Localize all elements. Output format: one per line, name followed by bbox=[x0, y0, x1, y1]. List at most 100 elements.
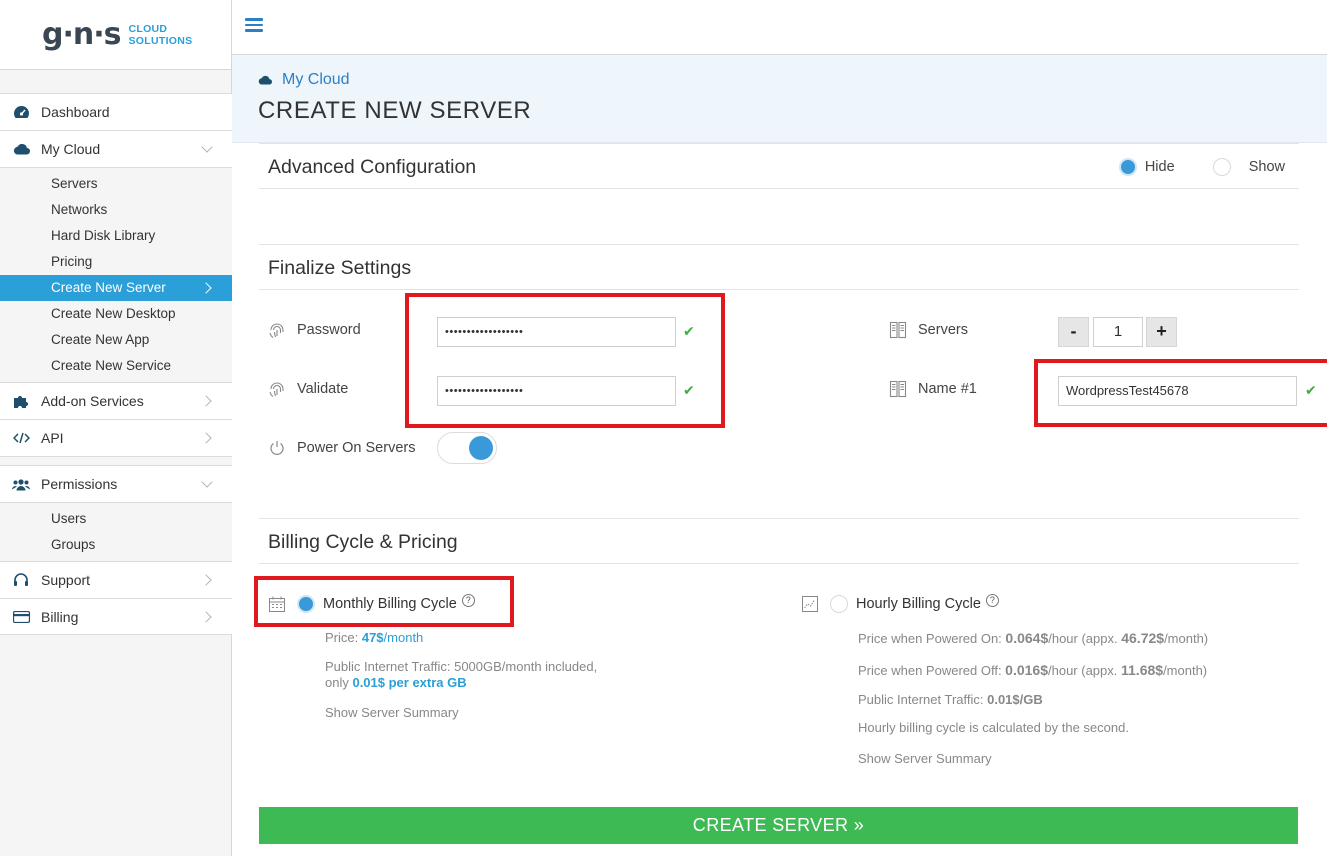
sidebar-item-label: Create New Server bbox=[51, 280, 166, 295]
hourly-note: Hourly billing cycle is calculated by th… bbox=[858, 720, 1129, 735]
hourly-show-summary-link[interactable]: Show Server Summary bbox=[858, 751, 992, 766]
hourly-billing-option[interactable]: Hourly Billing Cycle ? bbox=[801, 593, 999, 613]
validate-label: Validate bbox=[297, 381, 349, 397]
hourly-label: Hourly Billing Cycle bbox=[856, 596, 981, 612]
breadcrumb[interactable]: My Cloud bbox=[258, 71, 350, 89]
decrement-button[interactable]: - bbox=[1058, 317, 1089, 347]
billing-header: Billing Cycle & Pricing bbox=[259, 518, 1299, 564]
cloud-icon bbox=[258, 75, 272, 85]
sidebar-item-networks[interactable]: Networks bbox=[0, 197, 232, 223]
hide-radio[interactable] bbox=[1118, 158, 1137, 177]
servers-label: Servers bbox=[918, 322, 968, 338]
price-off-mid: /hour (appx. bbox=[1048, 663, 1121, 678]
hourly-radio[interactable] bbox=[830, 595, 848, 613]
finalize-settings-header: Finalize Settings bbox=[259, 244, 1299, 290]
chevron-right-icon bbox=[200, 574, 212, 586]
price-off-month: 11.68$ bbox=[1121, 662, 1164, 678]
headset-icon bbox=[12, 572, 30, 588]
top-bar bbox=[232, 0, 1327, 55]
page-title: CREATE NEW SERVER bbox=[258, 97, 532, 124]
price-on-prefix: Price when Powered On: bbox=[858, 631, 1006, 646]
help-icon[interactable]: ? bbox=[985, 593, 999, 607]
servers-count-input[interactable]: 1 bbox=[1093, 317, 1143, 347]
server-icon bbox=[889, 321, 907, 339]
brand-logo[interactable]: g·n·s CLOUD SOLUTIONS bbox=[0, 0, 231, 70]
hamburger-menu-icon[interactable] bbox=[245, 18, 263, 32]
page-header: My Cloud CREATE NEW SERVER bbox=[232, 55, 1327, 143]
price-on-value: 0.064$ bbox=[1005, 630, 1049, 646]
logo-text: CLOUD SOLUTIONS bbox=[128, 23, 192, 47]
sidebar-item-api[interactable]: API bbox=[0, 419, 232, 456]
chevron-right-icon bbox=[200, 432, 212, 444]
sidebar-item-label: Billing bbox=[41, 608, 79, 625]
price-value: 47$ bbox=[361, 630, 384, 645]
sidebar-item-label: Permissions bbox=[41, 476, 118, 492]
price-on-month: 46.72$ bbox=[1121, 630, 1165, 646]
increment-button[interactable]: + bbox=[1146, 317, 1177, 347]
sidebar-item-label: Support bbox=[41, 572, 91, 588]
highlight-box-monthly bbox=[254, 576, 514, 627]
servers-row: Servers bbox=[889, 321, 968, 339]
sidebar-item-label: API bbox=[41, 430, 64, 446]
main-content: Advanced Configuration Hide Show bbox=[259, 143, 1299, 189]
sidebar-item-create-new-desktop[interactable]: Create New Desktop bbox=[0, 301, 232, 327]
show-radio[interactable] bbox=[1212, 158, 1231, 177]
section-title: Finalize Settings bbox=[268, 257, 412, 279]
power-icon bbox=[270, 441, 284, 455]
chevron-down-icon bbox=[201, 476, 213, 488]
puzzle-icon bbox=[12, 393, 30, 409]
chart-icon bbox=[802, 596, 818, 612]
traffic-prefix: only bbox=[325, 675, 353, 690]
sidebar-item-servers[interactable]: Servers bbox=[0, 171, 232, 197]
logo-line-1: CLOUD bbox=[128, 22, 168, 35]
server-icon bbox=[889, 380, 907, 398]
hourly-price-off: Price when Powered Off: 0.016$/hour (app… bbox=[858, 662, 1207, 678]
sidebar-item-my-cloud[interactable]: My Cloud bbox=[0, 130, 232, 167]
create-server-button[interactable]: CREATE SERVER » bbox=[259, 807, 1298, 844]
logo-mark: g·n·s bbox=[42, 17, 121, 52]
sidebar-item-dashboard[interactable]: Dashboard bbox=[0, 93, 232, 130]
breadcrumb-label: My Cloud bbox=[282, 71, 350, 88]
sidebar-item-permissions[interactable]: Permissions bbox=[0, 465, 232, 502]
price-off-value: 0.016$ bbox=[1005, 662, 1048, 678]
cloud-icon bbox=[12, 141, 30, 157]
sidebar-item-create-new-service[interactable]: Create New Service bbox=[0, 353, 232, 379]
chevron-right-icon bbox=[200, 395, 212, 407]
traffic-value: 0.01$ per extra GB bbox=[352, 675, 467, 690]
validate-row: Validate bbox=[268, 380, 348, 398]
advanced-toggle-group: Hide Show bbox=[1118, 144, 1285, 190]
permissions-submenu: Users Groups bbox=[0, 502, 232, 561]
sidebar-item-pricing[interactable]: Pricing bbox=[0, 249, 232, 275]
sidebar-item-hard-disk-library[interactable]: Hard Disk Library bbox=[0, 223, 232, 249]
dashboard-icon bbox=[12, 104, 30, 120]
credit-card-icon bbox=[12, 609, 30, 625]
hourly-traffic: Public Internet Traffic: 0.01$/GB bbox=[858, 692, 1043, 707]
power-row: Power On Servers bbox=[268, 439, 415, 457]
name-label: Name #1 bbox=[918, 381, 977, 397]
toggle-knob bbox=[469, 436, 493, 460]
show-label[interactable]: Show bbox=[1249, 159, 1285, 175]
logo-line-2: SOLUTIONS bbox=[128, 34, 193, 47]
sidebar-item-billing[interactable]: Billing bbox=[0, 598, 232, 635]
sidebar-item-groups[interactable]: Groups bbox=[0, 532, 232, 558]
sidebar-item-users[interactable]: Users bbox=[0, 506, 232, 532]
hide-label[interactable]: Hide bbox=[1145, 159, 1175, 175]
price-on-suffix: /month) bbox=[1164, 631, 1209, 646]
price-prefix: Price: bbox=[325, 630, 362, 645]
sidebar-item-create-new-app[interactable]: Create New App bbox=[0, 327, 232, 353]
monthly-show-summary-link[interactable]: Show Server Summary bbox=[325, 705, 459, 720]
power-label: Power On Servers bbox=[297, 440, 416, 456]
sidebar-item-support[interactable]: Support bbox=[0, 561, 232, 598]
chevron-right-icon bbox=[200, 611, 212, 623]
name-row: Name #1 bbox=[889, 380, 977, 398]
nav-divider bbox=[0, 456, 232, 465]
sidebar-item-create-new-server[interactable]: Create New Server bbox=[0, 275, 232, 301]
power-on-toggle[interactable] bbox=[437, 432, 497, 464]
fingerprint-icon bbox=[269, 382, 284, 397]
hourly-price-on: Price when Powered On: 0.064$/hour (appx… bbox=[858, 630, 1208, 646]
highlight-box-name bbox=[1034, 359, 1327, 427]
monthly-traffic-line-2: only 0.01$ per extra GB bbox=[325, 675, 467, 690]
monthly-price: Price: 47$/month bbox=[325, 630, 423, 645]
sidebar-item-add-on-services[interactable]: Add-on Services bbox=[0, 382, 232, 419]
sidebar-item-label: My Cloud bbox=[41, 141, 101, 157]
